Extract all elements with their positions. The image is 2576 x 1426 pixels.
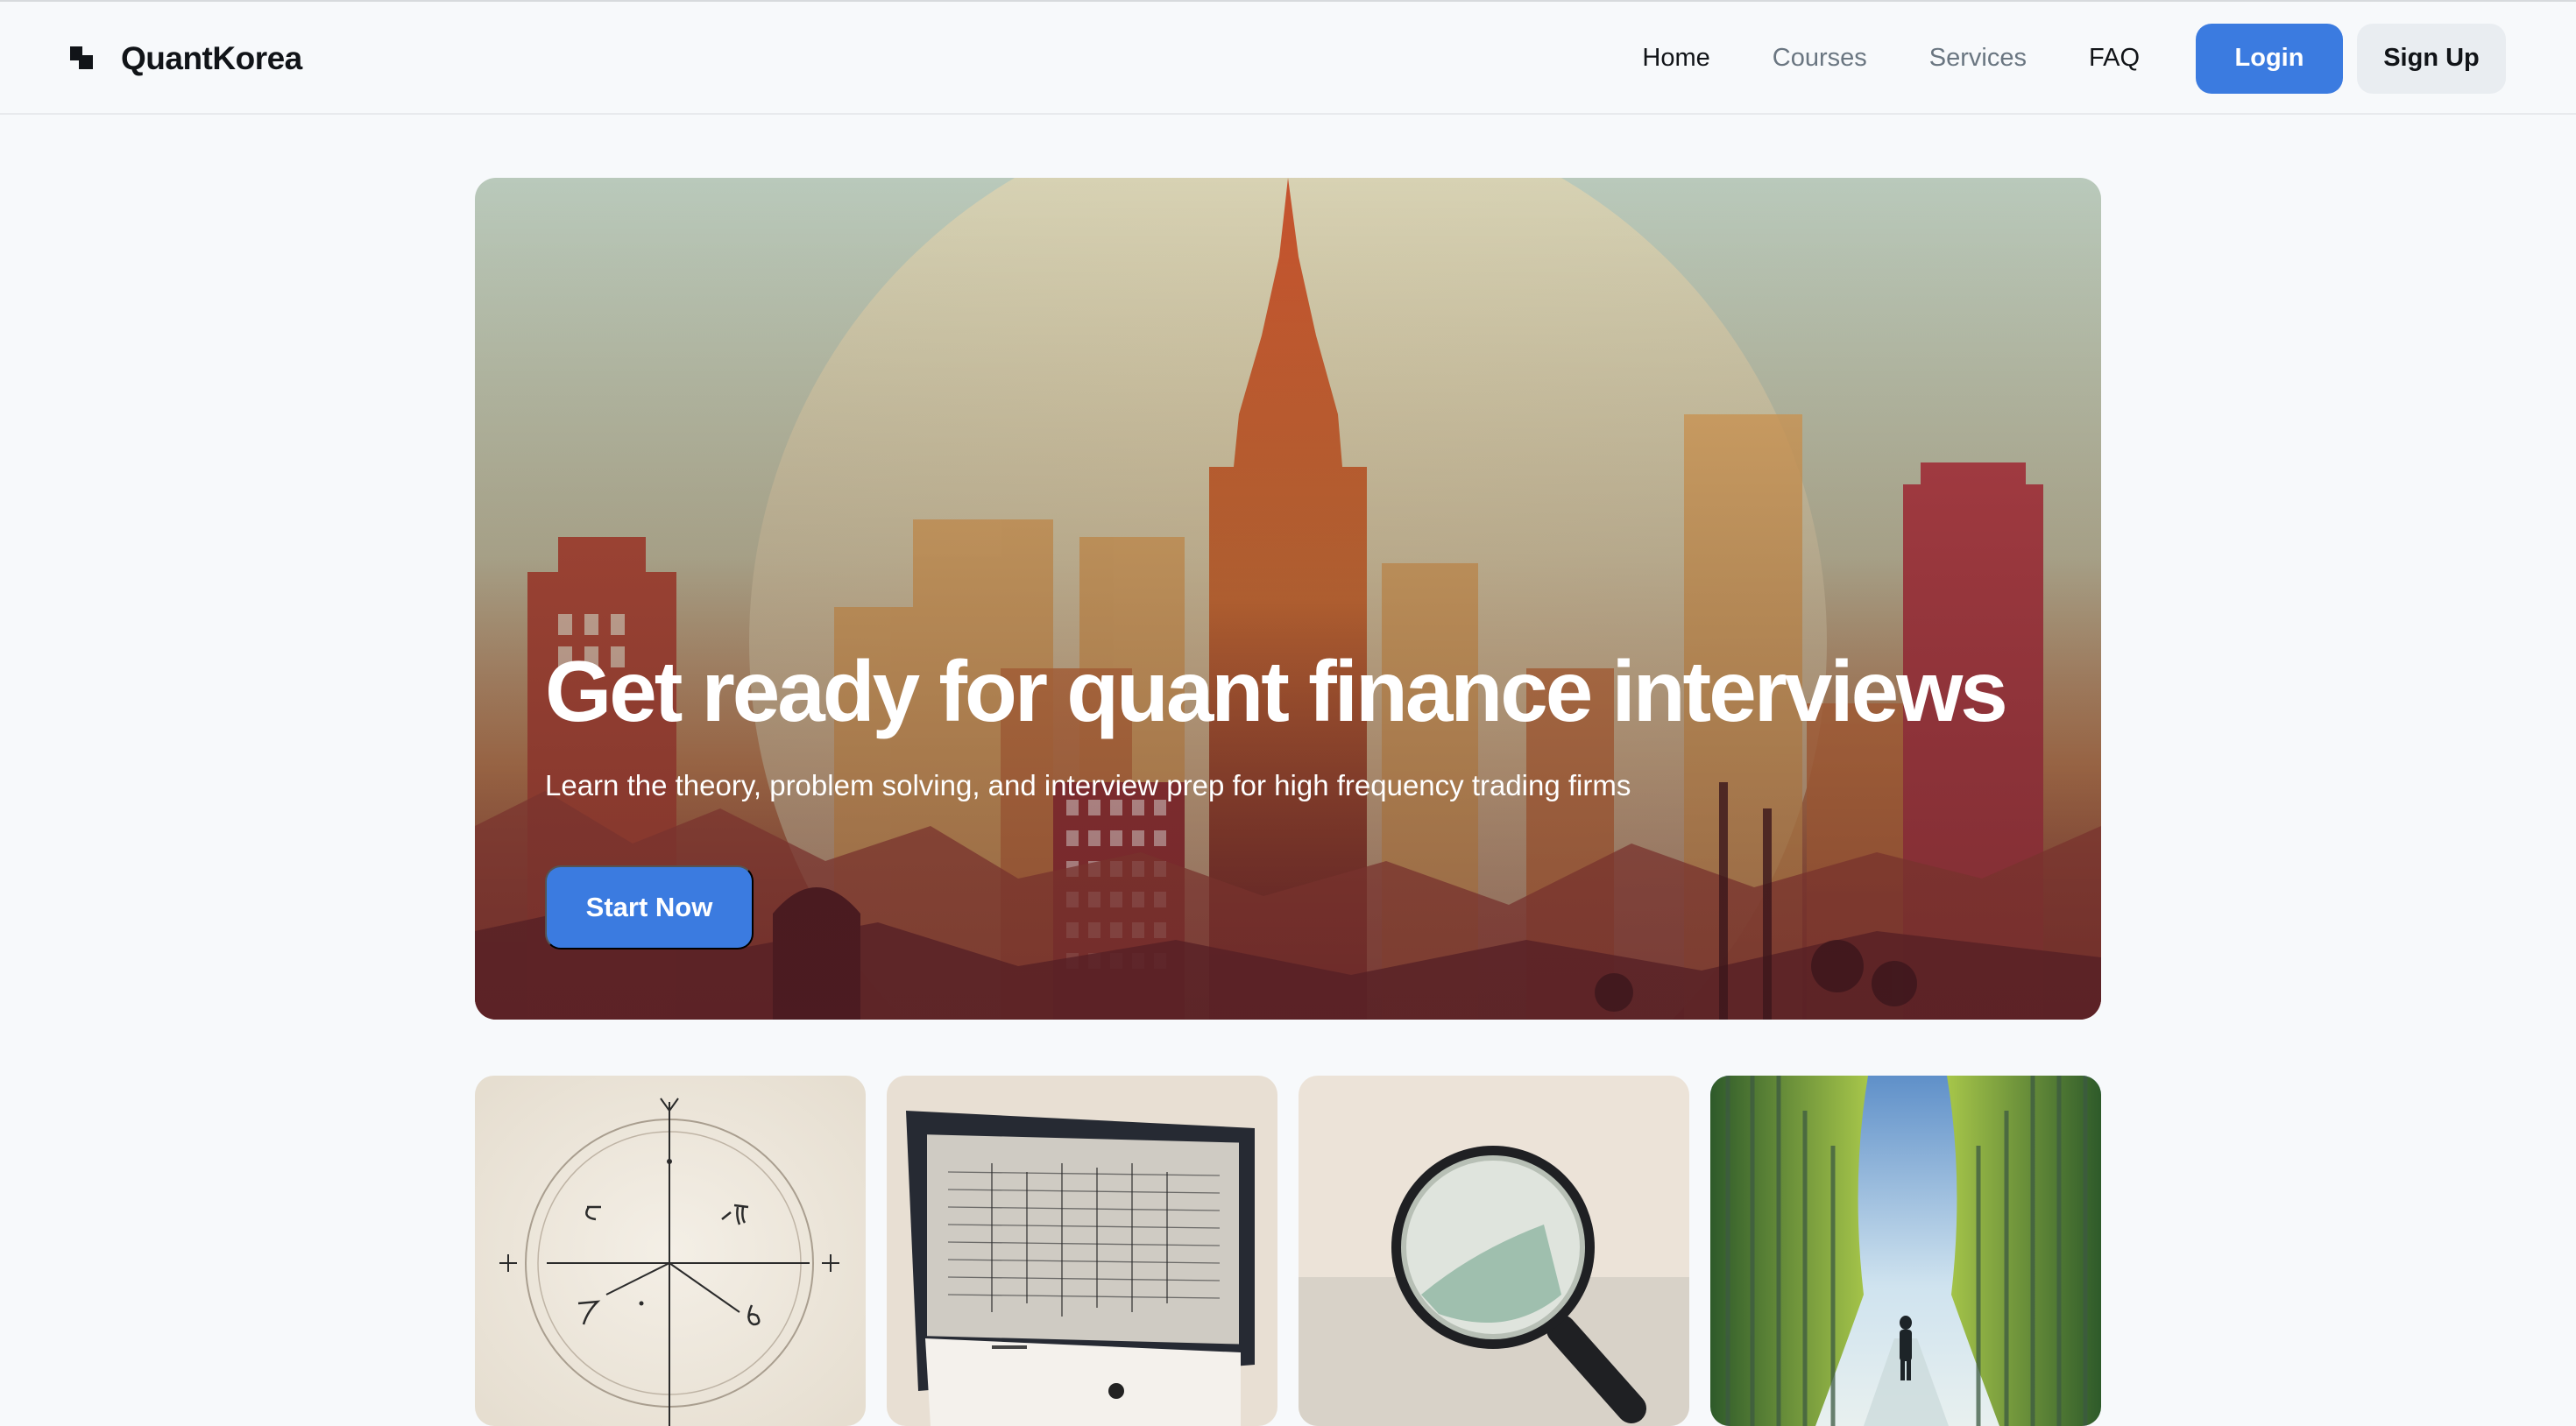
nav-courses-link[interactable]: Courses xyxy=(1773,44,1867,73)
course-card[interactable] xyxy=(475,1076,866,1426)
login-button[interactable]: Login xyxy=(2196,23,2343,94)
hero-banner: Get ready for quant finance interviews L… xyxy=(475,178,2101,1020)
course-card[interactable] xyxy=(1710,1076,2101,1426)
course-cards xyxy=(475,1076,2101,1426)
nav-faq-link[interactable]: FAQ xyxy=(2089,44,2140,73)
main-nav: Home Courses Services FAQ Login Sign Up xyxy=(1642,2,2576,115)
start-now-button[interactable]: Start Now xyxy=(545,865,754,949)
nav-home-link[interactable]: Home xyxy=(1642,44,1709,73)
site-header: QuantKorea Home Courses Services FAQ Log… xyxy=(0,2,2576,115)
quantkorea-logo-icon xyxy=(70,46,95,71)
computer-monitor-data-illustration xyxy=(887,1076,1277,1426)
forest-path-person-illustration xyxy=(1710,1076,2101,1426)
hero-subtitle: Learn the theory, problem solving, and i… xyxy=(545,769,1631,801)
nav-services-link[interactable]: Services xyxy=(1929,44,2027,73)
signup-button[interactable]: Sign Up xyxy=(2357,23,2506,94)
hero-title: Get ready for quant finance interviews xyxy=(545,643,2008,739)
course-card[interactable] xyxy=(1299,1076,1689,1426)
brand-name: QuantKorea xyxy=(121,39,302,76)
math-axes-sketch-illustration xyxy=(475,1076,866,1426)
course-card[interactable] xyxy=(887,1076,1277,1426)
magnifying-glass-illustration xyxy=(1299,1076,1689,1426)
brand[interactable]: QuantKorea xyxy=(70,2,302,115)
